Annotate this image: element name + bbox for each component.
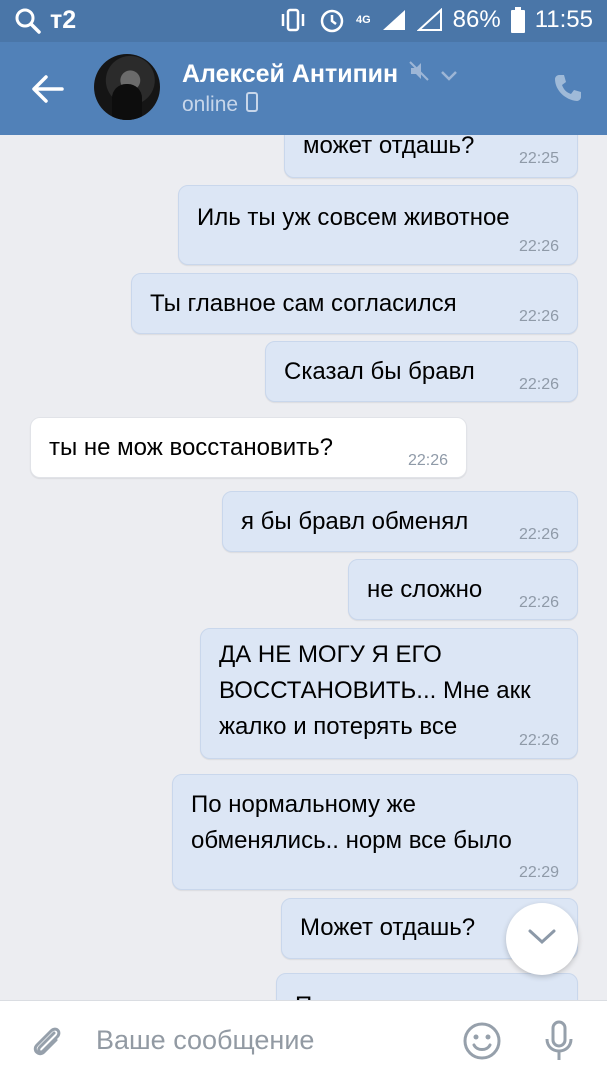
message-text: Может отдашь? bbox=[300, 914, 476, 941]
message-text: Иль ты уж совсем животное bbox=[197, 204, 510, 231]
message-time: 22:26 bbox=[518, 308, 559, 325]
clock: 11:55 bbox=[534, 6, 593, 33]
message-time: 22:29 bbox=[518, 864, 559, 881]
message-text-line: ВОССТАНОВИТЬ... Мне акк bbox=[219, 677, 531, 704]
search-icon bbox=[14, 7, 42, 35]
signal-empty-icon bbox=[416, 8, 443, 32]
message-text: я бы бравл обменял bbox=[241, 508, 469, 535]
message-bubble[interactable]: Ты главное сам согласился 22:26 bbox=[131, 273, 578, 334]
message-bubble[interactable]: ДА НЕ МОГУ Я ЕГО ВОССТАНОВИТЬ... Мне акк… bbox=[200, 628, 578, 759]
message-text: может отдашь? bbox=[303, 135, 475, 159]
contact-name: Алексей Антипин bbox=[182, 60, 399, 88]
message-time: 22:26 bbox=[407, 452, 448, 469]
message-bubble[interactable]: По нормальному же обменялись.. норм все … bbox=[172, 774, 578, 890]
microphone-icon[interactable] bbox=[542, 1019, 576, 1063]
message-text-line: жалко и потерять все bbox=[219, 713, 458, 740]
avatar[interactable] bbox=[94, 54, 160, 120]
message-text-line: ДА НЕ МОГУ Я ЕГО bbox=[219, 641, 442, 668]
message-bubble[interactable]: Сказал бы бравл 22:26 bbox=[265, 341, 578, 402]
message-text: Сказал бы бравл bbox=[284, 358, 475, 385]
chevron-down-icon bbox=[527, 928, 557, 951]
message-time: 22:25 bbox=[518, 150, 559, 167]
message-time: 22:26 bbox=[518, 594, 559, 611]
chat-header: Алексей Антипин online bbox=[0, 42, 607, 135]
message-time: 22:26 bbox=[518, 238, 559, 255]
muted-icon bbox=[408, 60, 430, 89]
message-composer: Ваше сообщение bbox=[0, 1000, 607, 1081]
message-time: 22:26 bbox=[518, 732, 559, 749]
message-time: 22:26 bbox=[518, 376, 559, 393]
message-text-line: По нормальному же bbox=[191, 791, 417, 818]
paperclip-icon[interactable] bbox=[28, 1023, 66, 1061]
vibrate-icon bbox=[278, 7, 308, 33]
message-text: не сложно bbox=[367, 576, 483, 603]
message-input[interactable]: Ваше сообщение bbox=[96, 1025, 314, 1056]
message-bubble[interactable]: я бы бравл обменял 22:26 bbox=[222, 491, 578, 552]
message-list[interactable]: может отдашь? 22:25 Иль ты уж совсем жив… bbox=[0, 135, 607, 1000]
message-text-line: обменялись.. норм все было bbox=[191, 827, 512, 854]
contact-status: online bbox=[182, 92, 259, 118]
message-bubble[interactable]: не сложно 22:26 bbox=[348, 559, 578, 620]
chevron-down-icon bbox=[440, 60, 458, 89]
network-type-label: 4G bbox=[355, 14, 371, 26]
mobile-icon bbox=[246, 92, 259, 118]
message-time: 22:26 bbox=[518, 526, 559, 543]
back-arrow-icon[interactable] bbox=[26, 66, 72, 112]
message-text: ты не мож восстановить? bbox=[49, 434, 333, 461]
carrier-label: т2 bbox=[50, 6, 77, 34]
scroll-down-button[interactable] bbox=[506, 903, 578, 975]
battery-percent: 86% bbox=[452, 6, 501, 33]
message-text: П bbox=[295, 988, 312, 1000]
signal-icon bbox=[381, 8, 407, 32]
message-bubble[interactable]: может отдашь? 22:25 bbox=[284, 135, 578, 178]
message-text: Ты главное сам согласился bbox=[150, 290, 457, 317]
online-status: online bbox=[182, 93, 239, 116]
contact-name-button[interactable]: Алексей Антипин bbox=[182, 60, 458, 89]
alarm-icon bbox=[318, 6, 346, 34]
status-bar: т2 4G 86% 11:55 bbox=[0, 0, 607, 42]
message-bubble[interactable]: П bbox=[276, 973, 578, 1000]
message-bubble[interactable]: ты не мож восстановить? 22:26 bbox=[30, 417, 467, 478]
emoji-icon[interactable] bbox=[462, 1021, 502, 1061]
phone-icon[interactable] bbox=[552, 72, 582, 102]
message-bubble[interactable]: Иль ты уж совсем животное 22:26 bbox=[178, 185, 578, 265]
battery-icon bbox=[510, 7, 525, 33]
